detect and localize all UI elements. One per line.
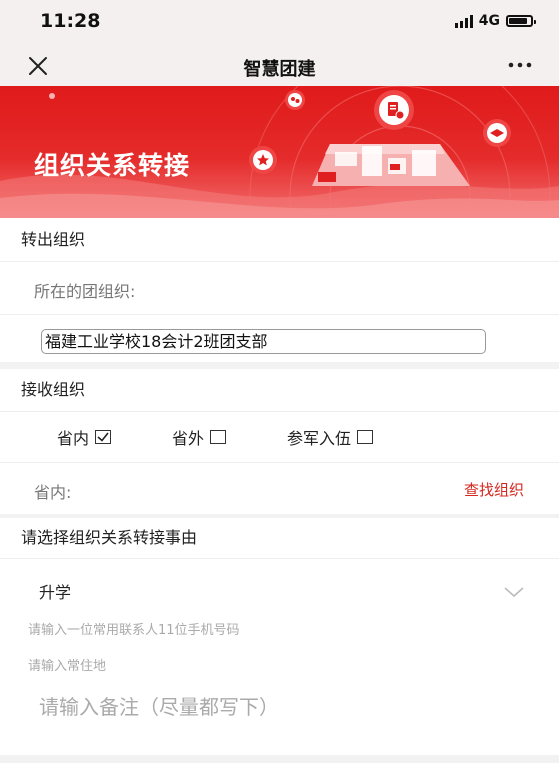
option-out-of-province-label: 省外 [172, 429, 205, 448]
residence-input[interactable]: 请输入常住地 [28, 655, 528, 675]
reason-selected-value: 升学 [39, 583, 72, 602]
people-badge-icon [285, 90, 305, 110]
banner-heading: 组织关系转接 [34, 151, 191, 180]
option-military-label: 参军入伍 [287, 429, 352, 448]
org-label-row: 所在的团组织: [0, 262, 559, 314]
destination-options-row: 省内 省外 参军入伍 [0, 412, 559, 462]
option-in-province[interactable]: 省内 [57, 425, 112, 449]
star-badge-icon [249, 146, 277, 174]
section-receive: 接收组织 [0, 369, 559, 411]
section-reason: 请选择组织关系转接事由 [0, 518, 559, 558]
status-indicators: 4G [454, 13, 536, 29]
more-dots-icon[interactable] [503, 55, 537, 75]
building-graphic [312, 144, 470, 186]
section-transfer-out: 转出组织 [0, 218, 559, 261]
current-org-field[interactable]: 福建工业学校18会计2班团支部 [41, 329, 486, 354]
org-label: 所在的团组织: [34, 282, 136, 301]
province-row: 省内: 查找组织 [0, 463, 559, 514]
province-label: 省内: [34, 483, 72, 502]
find-org-link[interactable]: 查找组织 [464, 479, 524, 500]
contact-phone-input[interactable]: 请输入一位常用联系人11位手机号码 [28, 619, 528, 639]
header-banner: 组织关系转接 [0, 86, 559, 218]
checkbox-checked-icon[interactable] [95, 430, 112, 444]
reason-form: 升学 请输入一位常用联系人11位手机号码 请输入常住地 请输入备注（尽量都写下） [0, 559, 559, 755]
checkbox-unchecked-icon[interactable] [357, 430, 374, 444]
layers-badge-icon [483, 119, 511, 147]
org-input-row: 福建工业学校18会计2班团支部 [0, 315, 559, 362]
battery-icon [506, 15, 536, 27]
network-type: 4G [478, 13, 500, 29]
page-title: 智慧团建 [243, 59, 316, 80]
option-in-province-label: 省内 [57, 429, 90, 448]
option-military[interactable]: 参军入伍 [287, 425, 374, 449]
signal-icon [454, 14, 473, 28]
status-bar: 11:28 4G [0, 0, 559, 44]
chevron-down-icon [503, 583, 525, 602]
status-time: 11:28 [40, 10, 101, 32]
document-badge-icon [374, 90, 414, 130]
note-input[interactable]: 请输入备注（尽量都写下） [39, 691, 519, 721]
reason-select[interactable]: 升学 [0, 559, 559, 617]
option-out-of-province[interactable]: 省外 [172, 425, 227, 449]
nav-bar: 智慧团建 [0, 44, 559, 86]
checkbox-unchecked-icon[interactable] [210, 430, 227, 444]
